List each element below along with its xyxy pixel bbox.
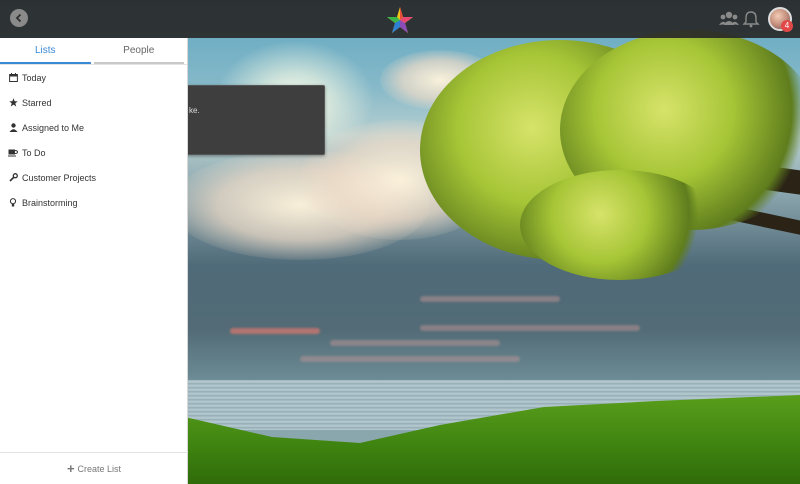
sidebar-tabs: Lists People — [0, 38, 187, 65]
list-item-label: To Do — [22, 147, 46, 158]
people-icon[interactable] — [718, 9, 740, 29]
notification-badge: 4 — [781, 20, 793, 32]
lists-menu: Today Starred Assigned to Me To Do Custo… — [0, 65, 187, 215]
list-item-label: Starred — [22, 97, 52, 108]
tab-lists[interactable]: Lists — [0, 38, 91, 64]
chevron-left-icon[interactable] — [10, 9, 28, 27]
list-item-assigned-to-me[interactable]: Assigned to Me — [0, 115, 187, 140]
list-item-today[interactable]: Today — [0, 65, 187, 90]
list-item-label: Customer Projects — [22, 172, 97, 183]
list-item-label: Brainstorming — [22, 197, 78, 208]
list-item-label: Assigned to Me — [22, 122, 85, 133]
tab-people[interactable]: People — [93, 38, 184, 64]
sky-streak — [230, 328, 320, 334]
notification-popup[interactable]: ke. — [175, 85, 325, 155]
calendar-icon — [8, 73, 18, 83]
create-list-button[interactable]: + Create List — [0, 452, 188, 484]
list-item-brainstorming[interactable]: Brainstorming — [0, 190, 187, 215]
top-bar: 4 — [0, 0, 800, 38]
star-icon — [8, 98, 18, 108]
bell-icon[interactable] — [742, 9, 760, 29]
coffee-icon — [8, 148, 18, 158]
avatar[interactable]: 4 — [768, 7, 793, 32]
sky-streak — [420, 296, 560, 302]
list-item-customer-projects[interactable]: Customer Projects — [0, 165, 187, 190]
lightbulb-icon — [8, 198, 18, 208]
popup-text: ke. — [189, 106, 200, 115]
tree-foliage — [520, 170, 720, 280]
wrench-icon — [8, 173, 18, 183]
list-item-label: Today — [22, 72, 47, 83]
sky-streak — [300, 356, 520, 362]
sidebar: Lists People Today Starred Assigned to M… — [0, 38, 188, 484]
sky-streak — [330, 340, 500, 346]
sky-streak — [420, 325, 640, 331]
list-item-starred[interactable]: Starred — [0, 90, 187, 115]
create-list-label: Create List — [77, 463, 122, 474]
list-item-to-do[interactable]: To Do — [0, 140, 187, 165]
plus-icon: + — [66, 461, 75, 476]
rainbow-star-icon[interactable] — [386, 6, 414, 34]
user-icon — [8, 123, 18, 133]
